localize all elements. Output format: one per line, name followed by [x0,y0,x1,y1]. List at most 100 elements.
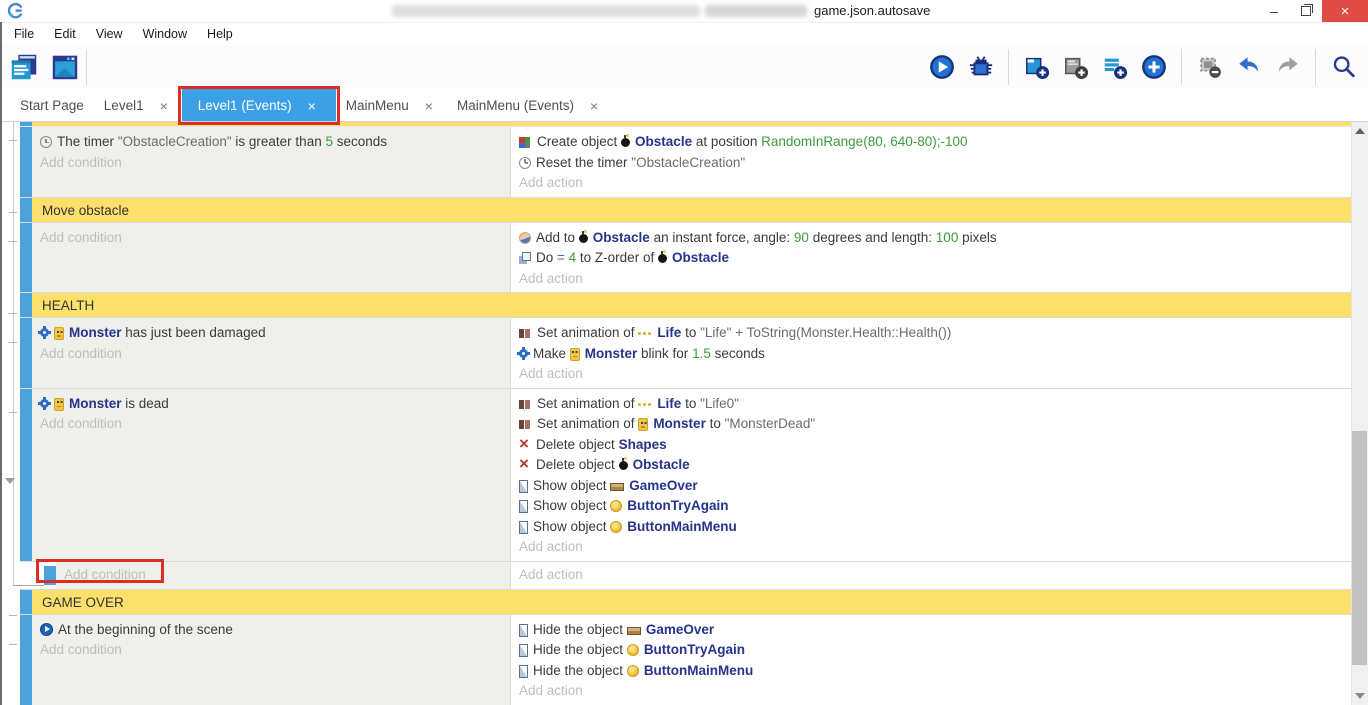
event-row[interactable]: Add condition Add to Obstacle an instant … [20,223,1351,294]
action-line[interactable]: Reset the timer "ObstacleCreation" [519,153,1343,174]
project-manager-button[interactable] [7,51,40,84]
scene-editor-button[interactable] [48,51,81,84]
conditions-cell[interactable]: Add condition [32,223,511,293]
tab-close-icon[interactable]: × [304,98,320,114]
condition-line[interactable]: Monster is dead [40,394,502,415]
action-line[interactable]: Create object Obstacle at position Rando… [519,132,1343,153]
action-line[interactable]: Hide the object ButtonMainMenu [519,661,1343,682]
action-line[interactable]: Set animation of Life to "Life" + ToStri… [519,323,1343,344]
tab-level1[interactable]: Level1× [94,89,182,122]
comment-row[interactable]: GAME OVER [20,590,1351,615]
add-condition-link[interactable]: Add condition [40,640,502,661]
event-handle-bar[interactable] [20,389,32,561]
subevent-row[interactable]: Add condition Add action [20,562,1351,590]
menu-item-view[interactable]: View [86,27,133,41]
action-line[interactable]: Hide the object GameOver [519,620,1343,641]
add-event-button[interactable] [1020,51,1053,84]
action-line[interactable]: Do = 4 to Z-order of Obstacle [519,248,1343,269]
actions-cell[interactable]: Hide the object GameOverHide the object … [511,615,1351,705]
tab-close-icon[interactable]: × [586,98,602,114]
conditions-cell[interactable]: Monster has just been damagedAdd conditi… [32,318,511,388]
comment-body[interactable]: HEALTH [32,293,1351,317]
menu-item-help[interactable]: Help [197,27,243,41]
scrollbar-thumb[interactable] [1352,431,1367,665]
action-line[interactable]: Delete object Obstacle [519,455,1343,476]
event-handle-bar[interactable] [20,318,32,388]
add-action-link[interactable]: Add action [519,537,1343,558]
add-action-link[interactable]: Add action [519,681,1343,702]
subevent-add-condition[interactable]: Add condition [64,565,160,586]
add-condition-link[interactable]: Add condition [40,344,502,365]
tab-close-icon[interactable]: × [421,98,437,114]
action-line[interactable]: Show object ButtonMainMenu [519,517,1343,538]
subevent-conditions-cell[interactable]: Add condition [56,562,511,589]
action-line[interactable]: Set animation of Life to "Life0" [519,394,1343,415]
action-line[interactable]: Delete object Shapes [519,435,1343,456]
condition-line[interactable]: The timer "ObstacleCreation" is greater … [40,132,502,153]
tab-level1-events[interactable]: Level1 (Events)× [182,89,336,122]
scroll-down-icon[interactable] [1355,693,1365,699]
action-line[interactable]: Show object ButtonTryAgain [519,496,1343,517]
run-button[interactable] [925,51,958,84]
redo-button[interactable] [1271,51,1304,84]
tab-mainmenu-events[interactable]: MainMenu (Events)× [447,89,612,122]
subevent-handle-bar[interactable] [44,566,56,585]
minimize-button[interactable]: – [1258,0,1290,22]
add-action-link[interactable]: Add action [519,173,1343,194]
add-comment-button[interactable] [1098,51,1131,84]
conditions-cell[interactable]: Monster is deadAdd condition [32,389,511,561]
event-row[interactable]: The timer "ObstacleCreation" is greater … [20,127,1351,198]
actions-cell[interactable]: Set animation of Life to "Life0"Set anim… [511,389,1351,561]
tab-start-page[interactable]: Start Page [10,89,94,122]
conditions-cell[interactable]: At the beginning of the sceneAdd conditi… [32,615,511,705]
undo-button[interactable] [1232,51,1265,84]
actions-cell[interactable]: Add to Obstacle an instant force, angle:… [511,223,1351,293]
maximize-button[interactable] [1290,0,1322,22]
comment-body[interactable]: Move obstacle [32,198,1351,222]
add-subevent-button[interactable] [1059,51,1092,84]
vertical-scrollbar[interactable] [1351,122,1368,705]
menu-item-file[interactable]: File [4,27,44,41]
event-row[interactable]: At the beginning of the sceneAdd conditi… [20,615,1351,705]
action-line[interactable]: Show object GameOver [519,476,1343,497]
add-condition-link[interactable]: Add condition [64,567,146,582]
event-handle-bar[interactable] [20,127,32,197]
action-line[interactable]: Hide the object ButtonTryAgain [519,640,1343,661]
event-handle-bar[interactable] [20,590,32,614]
actions-cell[interactable]: Create object Obstacle at position Rando… [511,127,1351,197]
event-row[interactable]: Monster is deadAdd conditionSet animatio… [20,389,1351,562]
subevent-actions-cell[interactable]: Add action [511,562,1351,589]
menu-item-window[interactable]: Window [133,27,197,41]
event-row[interactable]: Monster has just been damagedAdd conditi… [20,318,1351,389]
debug-button[interactable] [964,51,997,84]
condition-line[interactable]: Monster has just been damaged [40,323,502,344]
action-line[interactable]: Make Monster blink for 1.5 seconds [519,344,1343,365]
tab-close-icon[interactable]: × [156,98,172,114]
conditions-cell[interactable]: The timer "ObstacleCreation" is greater … [32,127,511,197]
event-handle-bar[interactable] [20,198,32,222]
event-handle-bar[interactable] [20,122,32,126]
comment-body[interactable]: GAME OVER [32,590,1351,614]
action-line[interactable]: Add to Obstacle an instant force, angle:… [519,228,1343,249]
condition-line[interactable]: At the beginning of the scene [40,620,502,641]
event-handle-bar[interactable] [20,223,32,293]
search-button[interactable] [1327,51,1360,84]
event-handle-bar[interactable] [20,615,32,705]
scroll-up-icon[interactable] [1355,128,1365,134]
add-circle-button[interactable] [1137,51,1170,84]
tab-mainmenu[interactable]: MainMenu× [336,89,447,122]
action-line[interactable]: Set animation of Monster to "MonsterDead… [519,414,1343,435]
menu-item-edit[interactable]: Edit [44,27,86,41]
actions-cell[interactable]: Set animation of Life to "Life" + ToStri… [511,318,1351,388]
add-action-link[interactable]: Add action [519,269,1343,290]
comment-row[interactable]: HEALTH [20,293,1351,318]
add-condition-link[interactable]: Add condition [40,414,502,435]
add-condition-link[interactable]: Add condition [40,228,502,249]
collapse-arrow-icon[interactable] [5,478,15,484]
add-condition-link[interactable]: Add condition [40,153,502,174]
add-action-link[interactable]: Add action [519,565,1343,586]
add-action-link[interactable]: Add action [519,364,1343,385]
comment-row[interactable]: Move obstacle [20,198,1351,223]
close-button[interactable]: × [1322,0,1368,22]
event-handle-bar[interactable] [20,293,32,317]
